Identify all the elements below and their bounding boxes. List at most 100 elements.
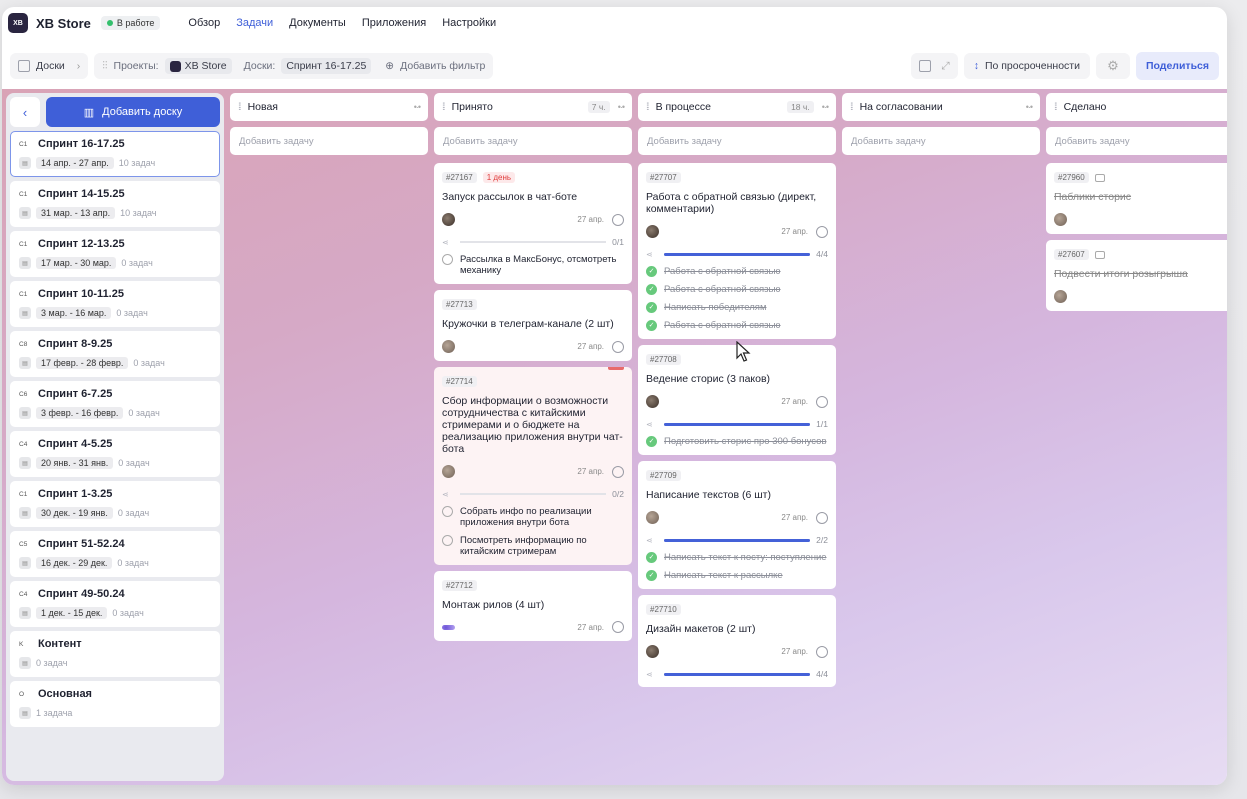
check-icon[interactable]: ✓ (646, 436, 657, 447)
avatar[interactable] (646, 511, 659, 524)
status-badge[interactable]: В работе (100, 16, 161, 30)
sidebar-board-item[interactable]: C4 Спринт 49-50.24 ▤ 1 дек. - 15 дек. 0 … (10, 581, 220, 627)
task-card[interactable]: #27712 Монтаж рилов (4 шт) 27 апр. (434, 571, 632, 641)
subtask[interactable]: Рассылка в МаксБонус, отсмотреть механик… (442, 254, 624, 276)
sidebar-board-item[interactable]: C6 Спринт 6-7.25 ▤ 3 февр. - 16 февр. 0 … (10, 381, 220, 427)
task-title: Кружочки в телеграм-канале (2 шт) (442, 318, 614, 330)
column-header[interactable]: ⁞⁞ Новая •·• (230, 93, 428, 121)
sidebar-board-item[interactable]: C1 Спринт 14-15.25 ▤ 31 мар. - 13 апр. 1… (10, 181, 220, 227)
nav-documents[interactable]: Документы (289, 17, 346, 29)
avatar[interactable] (1054, 290, 1067, 303)
nav-apps[interactable]: Приложения (362, 17, 426, 29)
sidebar-board-item[interactable]: C4 Спринт 4-5.25 ▤ 20 янв. - 31 янв. 0 з… (10, 431, 220, 477)
subtask[interactable]: ✓ Подготовить сторис про 300 бонусов (646, 436, 828, 447)
avatar[interactable] (646, 225, 659, 238)
sidebar-board-item[interactable]: C1 Спринт 12-13.25 ▤ 17 мар. - 30 мар. 0… (10, 231, 220, 277)
add-filter-icon: ⊕ (385, 60, 395, 72)
subtask[interactable]: ✓ Работа с обратной связью (646, 284, 828, 295)
complete-checkbox[interactable] (816, 395, 828, 408)
drag-handle-icon[interactable]: ⁞⁞ (1054, 102, 1057, 113)
subtask[interactable]: ✓ Написать победителям (646, 302, 828, 313)
task-card[interactable]: #27709 Написание текстов (6 шт) 27 апр. … (638, 461, 836, 589)
avatar[interactable] (442, 213, 455, 226)
task-card[interactable]: #27714 Сбор информации о возможности сот… (434, 367, 632, 565)
add-task-button[interactable]: Добавить задачу (638, 127, 836, 155)
add-task-button[interactable]: Добавить задачу (1046, 127, 1227, 155)
task-card[interactable]: #27707 Работа с обратной связью (директ,… (638, 163, 836, 339)
complete-checkbox[interactable] (816, 645, 828, 658)
app-logo[interactable]: XB (8, 13, 28, 33)
column-header[interactable]: ⁞⁞ Принято 7 ч. •·• (434, 93, 632, 121)
add-board-button[interactable]: ▥ Добавить доску (46, 97, 220, 127)
check-icon[interactable]: ✓ (646, 266, 657, 277)
store-name[interactable]: XB Store (36, 16, 91, 31)
add-task-button[interactable]: Добавить задачу (434, 127, 632, 155)
subtask[interactable]: ✓ Работа с обратной связью (646, 266, 828, 277)
more-icon[interactable]: •·• (822, 102, 829, 112)
task-card[interactable]: #27710 Дизайн макетов (2 шт) 27 апр. ⋖ 4… (638, 595, 836, 687)
avatar[interactable] (442, 465, 455, 478)
drag-handle-icon[interactable]: ⁞⁞ (850, 102, 853, 113)
subtask[interactable]: Собрать инфо по реализации приложения вн… (442, 506, 624, 528)
subtask-checkbox[interactable] (442, 506, 453, 517)
avatar[interactable] (442, 624, 455, 630)
drag-handle-icon[interactable]: ⁞⁞ (442, 102, 445, 113)
sort-button[interactable]: ↕ По просроченности (963, 53, 1090, 79)
layout-icon[interactable] (919, 60, 932, 72)
avatar[interactable] (646, 395, 659, 408)
subtask[interactable]: ✓ Работа с обратной связью (646, 320, 828, 331)
check-icon[interactable]: ✓ (646, 302, 657, 313)
add-task-button[interactable]: Добавить задачу (230, 127, 428, 155)
check-icon[interactable]: ✓ (646, 284, 657, 295)
nav-settings[interactable]: Настройки (442, 17, 496, 29)
project-chip[interactable]: XB Store (164, 58, 232, 74)
avatar[interactable] (442, 340, 455, 353)
subtask-checkbox[interactable] (442, 535, 453, 546)
complete-checkbox[interactable] (816, 225, 828, 238)
task-card[interactable]: #27960 Паблики сторис (1046, 163, 1227, 234)
progress-fill (664, 538, 811, 542)
drag-handle-icon[interactable]: ⁞⁞ (646, 102, 649, 113)
nav-overview[interactable]: Обзор (188, 17, 220, 29)
boards-toggle[interactable]: Доски › (10, 53, 89, 79)
avatar[interactable] (1054, 213, 1067, 226)
column-header[interactable]: ⁞⁞ В процессе 18 ч. •·• (638, 93, 836, 121)
task-card[interactable]: #27167 1 день Запуск рассылок в чат-боте… (434, 163, 632, 284)
sidebar-board-item[interactable]: K Контент ▤ 0 задач (10, 631, 220, 677)
subtask[interactable]: ✓ Написать текст к посту: поступление (646, 552, 828, 563)
more-icon[interactable]: •·• (1026, 102, 1033, 112)
sidebar-board-item[interactable]: C5 Спринт 51-52.24 ▤ 16 дек. - 29 дек. 0… (10, 531, 220, 577)
sidebar-board-item[interactable]: C1 Спринт 1-3.25 ▤ 30 дек. - 19 янв. 0 з… (10, 481, 220, 527)
board-chip[interactable]: Спринт 16-17.25 (281, 58, 372, 74)
complete-checkbox[interactable] (612, 621, 624, 633)
column-header[interactable]: ⁞⁞ На согласовании •·• (842, 93, 1040, 121)
share-button[interactable]: Поделиться (1135, 52, 1219, 80)
collapse-sidebar-button[interactable]: ‹ (10, 97, 40, 127)
complete-checkbox[interactable] (612, 465, 624, 478)
more-icon[interactable]: •·• (618, 102, 625, 112)
subtask[interactable]: ✓ Написать текст к рассылке (646, 570, 828, 581)
nav-tasks[interactable]: Задачи (236, 17, 273, 29)
drag-handle-icon[interactable]: ⁞⁞ (238, 102, 241, 113)
avatar[interactable] (646, 645, 659, 658)
settings-button[interactable]: ⚙ (1095, 53, 1130, 79)
task-card[interactable]: #27607 Подвести итоги розыгрыша (1046, 240, 1227, 311)
sidebar-board-item[interactable]: O Основная ▤ 1 задача (10, 681, 220, 727)
check-icon[interactable]: ✓ (646, 320, 657, 331)
complete-checkbox[interactable] (612, 213, 624, 226)
check-icon[interactable]: ✓ (646, 552, 657, 563)
add-filter-button[interactable]: Добавить фильтр (400, 60, 485, 72)
more-icon[interactable]: •·• (414, 102, 421, 112)
add-task-button[interactable]: Добавить задачу (842, 127, 1040, 155)
subtask-checkbox[interactable] (442, 254, 453, 265)
check-icon[interactable]: ✓ (646, 570, 657, 581)
sidebar-board-item[interactable]: C8 Спринт 8-9.25 ▤ 17 февр. - 28 февр. 0… (10, 331, 220, 377)
complete-checkbox[interactable] (816, 511, 828, 524)
sidebar-board-item[interactable]: C1 Спринт 16-17.25 ▤ 14 апр. - 27 апр. 1… (10, 131, 220, 177)
column-header[interactable]: ⁞⁞ Сделано (1046, 93, 1227, 121)
complete-checkbox[interactable] (612, 340, 624, 353)
subtask[interactable]: Посмотреть информацию по китайским стрим… (442, 535, 624, 557)
expand-icon[interactable]: ⤢ (941, 60, 949, 73)
task-card[interactable]: #27713 Кружочки в телеграм-канале (2 шт)… (434, 290, 632, 361)
sidebar-board-item[interactable]: C1 Спринт 10-11.25 ▤ 3 мар. - 16 мар. 0 … (10, 281, 220, 327)
